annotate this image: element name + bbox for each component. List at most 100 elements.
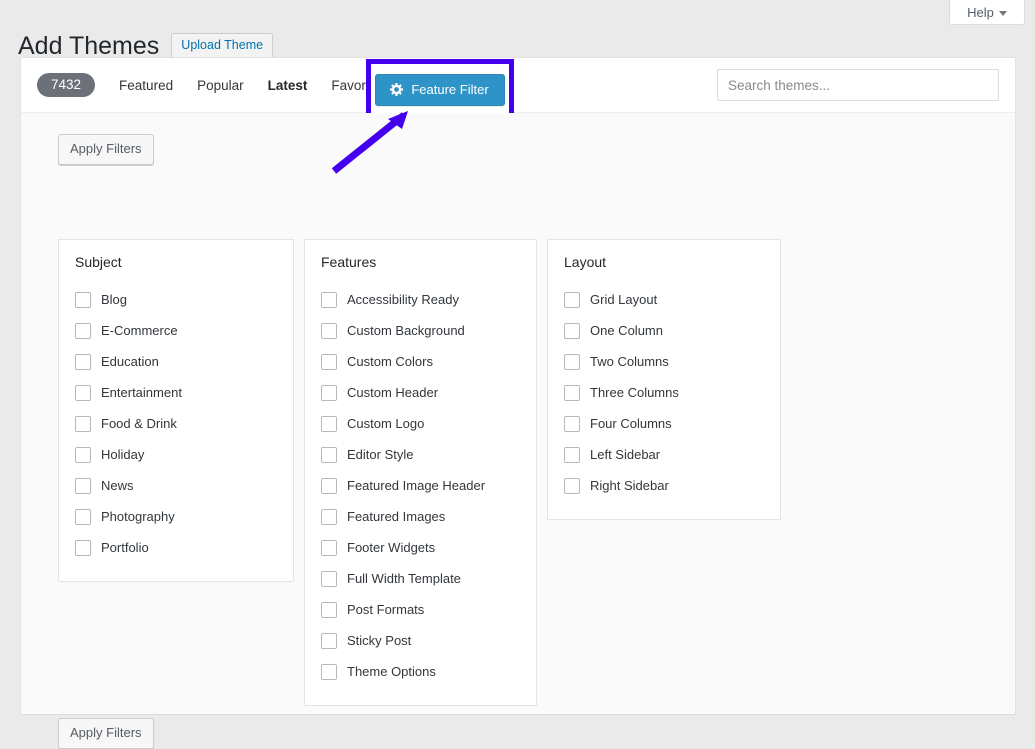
checkbox-featured-image-header[interactable] [321,478,337,494]
chevron-down-icon [999,11,1007,16]
checkbox-label: Sticky Post [347,633,411,648]
checkbox-two-columns[interactable] [564,354,580,370]
tab-featured[interactable]: Featured [107,70,185,101]
filter-groups: Subject Blog E-Commerce Education Entert… [58,239,781,706]
checkbox-label: E-Commerce [101,323,178,338]
group-title-layout: Layout [564,254,764,270]
checkbox-label: Custom Colors [347,354,433,369]
checkbox-row[interactable]: E-Commerce [75,315,277,346]
checkbox-row[interactable]: Portfolio [75,532,277,563]
checkbox-label: Featured Images [347,509,445,524]
checkbox-blog[interactable] [75,292,91,308]
checkbox-row[interactable]: Sticky Post [321,625,520,656]
tab-latest[interactable]: Latest [256,70,320,101]
checkbox-label: Education [101,354,159,369]
checkbox-row[interactable]: One Column [564,315,764,346]
checkbox-label: Full Width Template [347,571,461,586]
filter-group-subject: Subject Blog E-Commerce Education Entert… [58,239,294,582]
checkbox-row[interactable]: Blog [75,284,277,315]
checkbox-row[interactable]: Custom Logo [321,408,520,439]
checkbox-row[interactable]: Food & Drink [75,408,277,439]
checkbox-label: Post Formats [347,602,424,617]
checkbox-news[interactable] [75,478,91,494]
search-themes-input[interactable] [717,69,999,101]
checkbox-row[interactable]: Full Width Template [321,563,520,594]
checkbox-row[interactable]: Post Formats [321,594,520,625]
checkbox-grid-layout[interactable] [564,292,580,308]
checkbox-label: Footer Widgets [347,540,435,555]
checkbox-row[interactable]: Theme Options [321,656,520,687]
checkbox-label: Food & Drink [101,416,177,431]
filter-group-layout: Layout Grid Layout One Column Two Column… [547,239,781,520]
checkbox-row[interactable]: Featured Images [321,501,520,532]
feature-filter-label: Feature Filter [411,82,488,97]
checkbox-row[interactable]: Featured Image Header [321,470,520,501]
upload-theme-button[interactable]: Upload Theme [171,33,273,59]
checkbox-row[interactable]: News [75,470,277,501]
group-title-subject: Subject [75,254,277,270]
checkbox-row[interactable]: Holiday [75,439,277,470]
checkbox-post-formats[interactable] [321,602,337,618]
filter-drawer: Apply Filters Subject Blog E-Commerce Ed… [21,113,1015,714]
help-tab[interactable]: Help [949,0,1025,25]
help-label: Help [967,5,994,20]
apply-filters-button-top[interactable]: Apply Filters [58,134,154,165]
checkbox-row[interactable]: Editor Style [321,439,520,470]
checkbox-row[interactable]: Right Sidebar [564,470,764,501]
checkbox-food-and-drink[interactable] [75,416,91,432]
checkbox-featured-images[interactable] [321,509,337,525]
checkbox-label: Accessibility Ready [347,292,459,307]
checkbox-label: One Column [590,323,663,338]
checkbox-portfolio[interactable] [75,540,91,556]
checkbox-label: Right Sidebar [590,478,669,493]
checkbox-full-width-template[interactable] [321,571,337,587]
checkbox-one-column[interactable] [564,323,580,339]
checkbox-label: Two Columns [590,354,669,369]
checkbox-right-sidebar[interactable] [564,478,580,494]
checkbox-row[interactable]: Left Sidebar [564,439,764,470]
checkbox-accessibility-ready[interactable] [321,292,337,308]
checkbox-row[interactable]: Custom Header [321,377,520,408]
gear-icon [389,82,404,97]
checkbox-row[interactable]: Entertainment [75,377,277,408]
checkbox-row[interactable]: Education [75,346,277,377]
feature-filter-button[interactable]: Feature Filter [375,74,504,106]
checkbox-label: Custom Logo [347,416,424,431]
apply-filters-button-bottom[interactable]: Apply Filters [58,718,154,749]
checkbox-row[interactable]: Four Columns [564,408,764,439]
checkbox-label: Custom Background [347,323,465,338]
checkbox-label: Theme Options [347,664,436,679]
checkbox-label: Photography [101,509,175,524]
checkbox-row[interactable]: Photography [75,501,277,532]
checkbox-row[interactable]: Two Columns [564,346,764,377]
checkbox-sticky-post[interactable] [321,633,337,649]
checkbox-theme-options[interactable] [321,664,337,680]
checkbox-editor-style[interactable] [321,447,337,463]
checkbox-label: Portfolio [101,540,149,555]
checkbox-row[interactable]: Custom Colors [321,346,520,377]
checkbox-left-sidebar[interactable] [564,447,580,463]
checkbox-four-columns[interactable] [564,416,580,432]
checkbox-three-columns[interactable] [564,385,580,401]
checkbox-custom-logo[interactable] [321,416,337,432]
checkbox-label: Featured Image Header [347,478,485,493]
checkbox-row[interactable]: Custom Background [321,315,520,346]
checkbox-holiday[interactable] [75,447,91,463]
checkbox-row[interactable]: Grid Layout [564,284,764,315]
checkbox-custom-background[interactable] [321,323,337,339]
checkbox-label: Three Columns [590,385,679,400]
checkbox-row[interactable]: Footer Widgets [321,532,520,563]
checkbox-custom-colors[interactable] [321,354,337,370]
checkbox-row[interactable]: Accessibility Ready [321,284,520,315]
checkbox-row[interactable]: Three Columns [564,377,764,408]
checkbox-e-commerce[interactable] [75,323,91,339]
checkbox-custom-header[interactable] [321,385,337,401]
checkbox-label: Blog [101,292,127,307]
checkbox-photography[interactable] [75,509,91,525]
checkbox-entertainment[interactable] [75,385,91,401]
tab-popular[interactable]: Popular [185,70,256,101]
group-title-features: Features [321,254,520,270]
checkbox-education[interactable] [75,354,91,370]
filter-bar: 7432 Featured Popular Latest Favorites F… [21,58,1015,113]
checkbox-footer-widgets[interactable] [321,540,337,556]
